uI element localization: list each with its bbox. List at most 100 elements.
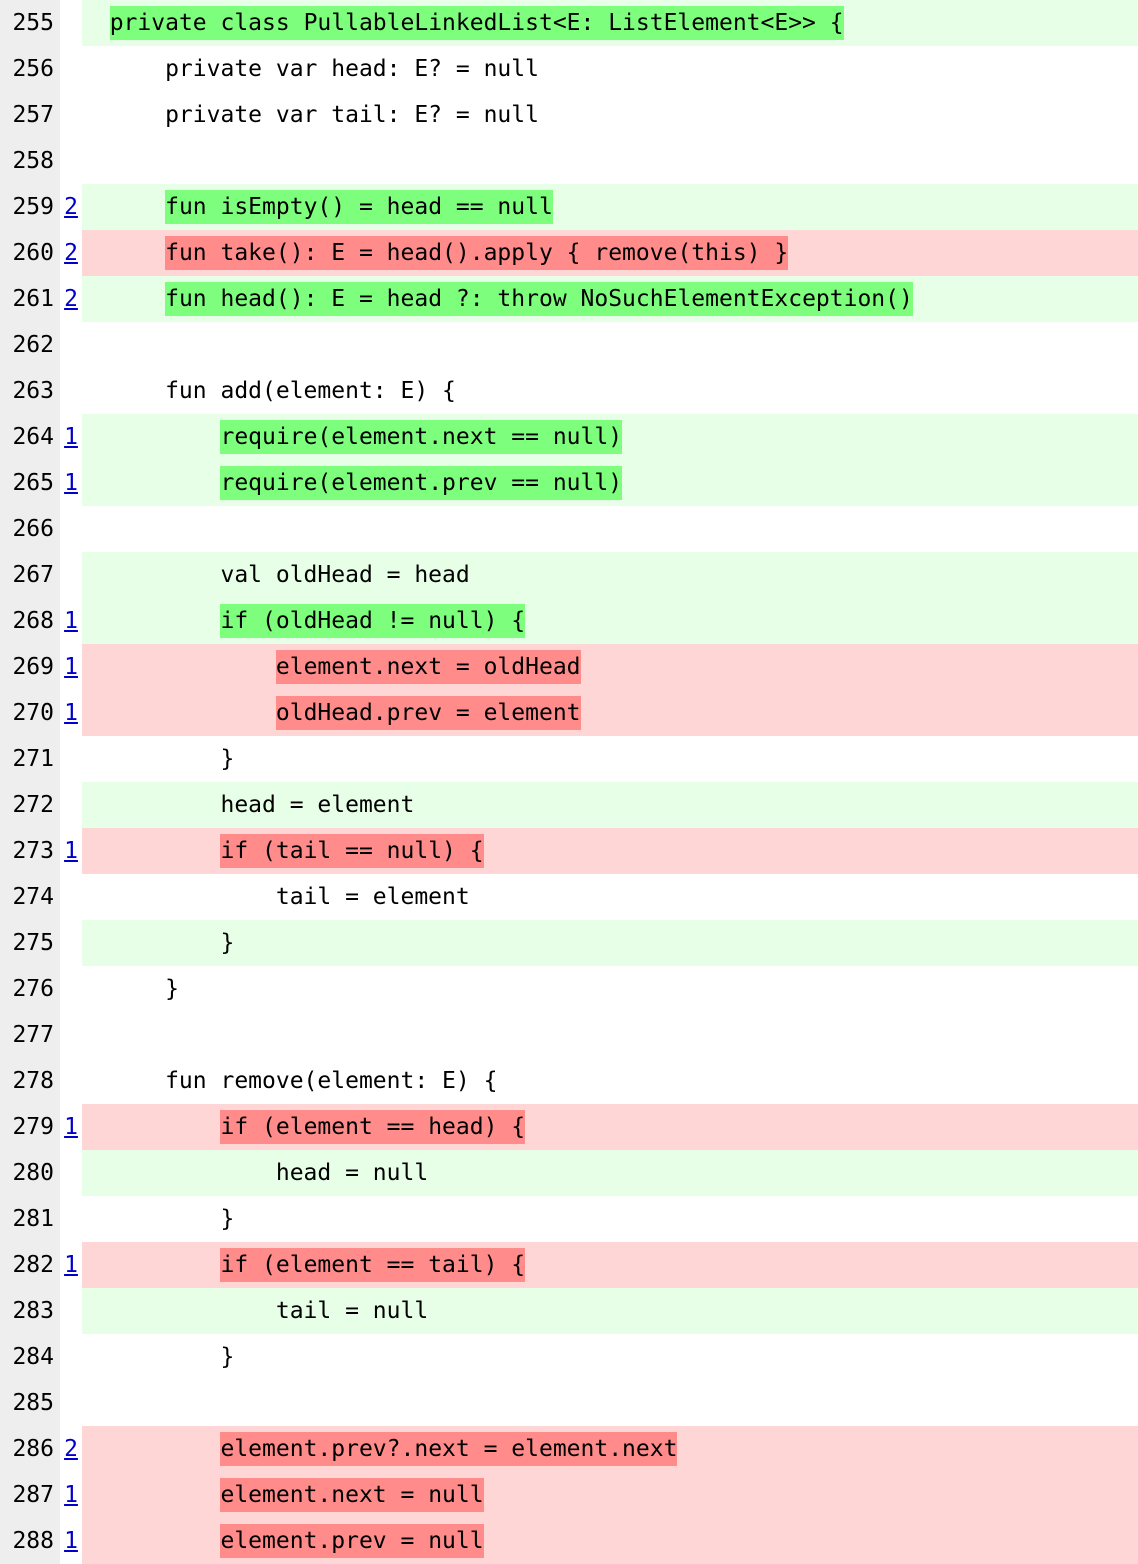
coverage-count-link[interactable]: 1 [64, 466, 78, 501]
line-number: 271 [0, 736, 60, 782]
line-number: 266 [0, 506, 60, 552]
coverage-count-link[interactable]: 1 [64, 604, 78, 639]
code-content: fun remove(element: E) { [82, 1058, 1138, 1104]
coverage-count-link[interactable]: 1 [64, 1524, 78, 1559]
code-content: element.prev?.next = element.next [82, 1426, 1138, 1472]
coverage-count-link[interactable]: 1 [64, 1248, 78, 1283]
coverage-count[interactable]: 1 [60, 828, 82, 874]
code-content: private var head: E? = null [82, 46, 1138, 92]
code-line: 274 tail = element [0, 874, 1138, 920]
coverage-count[interactable]: 1 [60, 1242, 82, 1288]
coverage-count-link[interactable]: 1 [64, 834, 78, 869]
code-content: if (element == tail) { [82, 1242, 1138, 1288]
code-content: } [82, 736, 1138, 782]
line-number: 256 [0, 46, 60, 92]
code-content: } [82, 1196, 1138, 1242]
line-number: 270 [0, 690, 60, 736]
line-number: 282 [0, 1242, 60, 1288]
line-number: 265 [0, 460, 60, 506]
line-number: 284 [0, 1334, 60, 1380]
line-number: 258 [0, 138, 60, 184]
code-line: 2881 element.prev = null [0, 1518, 1138, 1564]
code-line: 277 [0, 1012, 1138, 1058]
coverage-count-link[interactable]: 1 [64, 650, 78, 685]
coverage-count [60, 552, 82, 598]
coverage-count[interactable]: 1 [60, 598, 82, 644]
code-segment: if (oldHead != null) { [220, 604, 525, 639]
code-line: 255 private class PullableLinkedList<E: … [0, 0, 1138, 46]
code-segment: private var head: E? = null [82, 52, 539, 87]
coverage-count-link[interactable]: 2 [64, 190, 78, 225]
code-segment: head = element [82, 788, 414, 823]
code-segment [82, 650, 276, 685]
coverage-count-link[interactable]: 1 [64, 1110, 78, 1145]
coverage-count [60, 138, 82, 184]
line-number: 267 [0, 552, 60, 598]
line-number: 268 [0, 598, 60, 644]
coverage-count[interactable]: 2 [60, 1426, 82, 1472]
code-line: 263 fun add(element: E) { [0, 368, 1138, 414]
code-line: 2701 oldHead.prev = element [0, 690, 1138, 736]
code-line: 272 head = element [0, 782, 1138, 828]
coverage-count-link[interactable]: 1 [64, 696, 78, 731]
coverage-count[interactable]: 1 [60, 1518, 82, 1564]
line-number: 275 [0, 920, 60, 966]
code-content: tail = element [82, 874, 1138, 920]
code-segment [82, 236, 165, 271]
coverage-count [60, 920, 82, 966]
code-segment [82, 190, 165, 225]
code-segment [82, 420, 220, 455]
code-line: 258 [0, 138, 1138, 184]
code-segment: fun take(): E = head().apply { remove(th… [165, 236, 788, 271]
code-line: 262 [0, 322, 1138, 368]
line-number: 257 [0, 92, 60, 138]
coverage-count [60, 1012, 82, 1058]
coverage-count[interactable]: 1 [60, 414, 82, 460]
coverage-count[interactable]: 1 [60, 1104, 82, 1150]
coverage-count [60, 92, 82, 138]
coverage-count[interactable]: 1 [60, 644, 82, 690]
coverage-count[interactable]: 1 [60, 1472, 82, 1518]
line-number: 285 [0, 1380, 60, 1426]
coverage-count-link[interactable]: 2 [64, 282, 78, 317]
line-number: 259 [0, 184, 60, 230]
coverage-count-link[interactable]: 2 [64, 1432, 78, 1467]
coverage-count [60, 368, 82, 414]
coverage-count-link[interactable]: 2 [64, 236, 78, 271]
coverage-count [60, 966, 82, 1012]
code-segment [82, 1248, 220, 1283]
code-coverage-view: 255 private class PullableLinkedList<E: … [0, 0, 1138, 1564]
code-content [82, 506, 1138, 552]
code-segment [82, 1524, 220, 1559]
code-content: } [82, 1334, 1138, 1380]
coverage-count [60, 0, 82, 46]
coverage-count[interactable]: 1 [60, 460, 82, 506]
code-line: 2731 if (tail == null) { [0, 828, 1138, 874]
code-segment: } [82, 972, 179, 1007]
coverage-count[interactable]: 2 [60, 230, 82, 276]
code-segment [82, 1432, 220, 1467]
line-number: 260 [0, 230, 60, 276]
code-content: head = null [82, 1150, 1138, 1196]
line-number: 274 [0, 874, 60, 920]
coverage-count-link[interactable]: 1 [64, 420, 78, 455]
code-content: fun add(element: E) { [82, 368, 1138, 414]
code-segment: fun head(): E = head ?: throw NoSuchElem… [165, 282, 913, 317]
code-segment [82, 282, 165, 317]
line-number: 269 [0, 644, 60, 690]
code-segment [82, 696, 276, 731]
code-content: element.next = null [82, 1472, 1138, 1518]
code-segment [82, 1110, 220, 1145]
line-number: 276 [0, 966, 60, 1012]
coverage-count[interactable]: 2 [60, 276, 82, 322]
coverage-count[interactable]: 2 [60, 184, 82, 230]
coverage-count [60, 1288, 82, 1334]
code-segment: } [82, 742, 234, 777]
code-segment: fun remove(element: E) { [82, 1064, 497, 1099]
coverage-count [60, 874, 82, 920]
coverage-count[interactable]: 1 [60, 690, 82, 736]
coverage-count-link[interactable]: 1 [64, 1478, 78, 1513]
code-segment: fun isEmpty() = head == null [165, 190, 553, 225]
code-content [82, 138, 1138, 184]
code-segment: require(element.next == null) [220, 420, 622, 455]
